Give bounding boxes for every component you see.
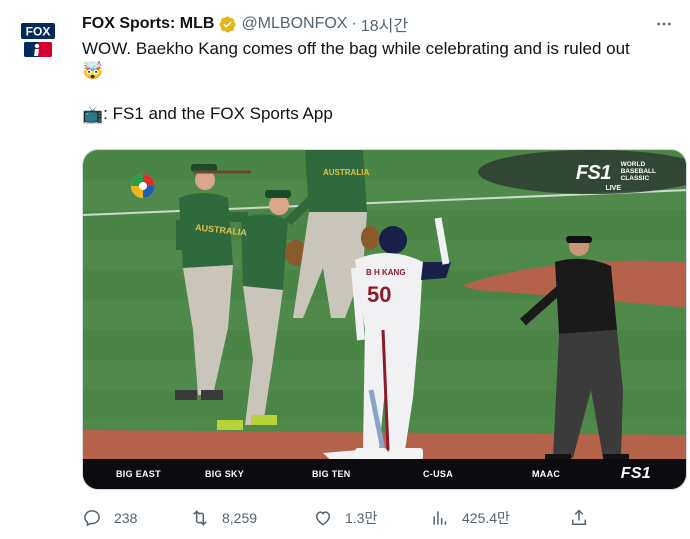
ticker-item: BIG SKY: [205, 469, 245, 479]
verified-badge-icon[interactable]: [218, 15, 237, 34]
like-count: 1.3만: [345, 510, 378, 526]
ticker-item: C-USA: [423, 469, 453, 479]
reply-icon: [84, 510, 100, 527]
retweet-count: 8,259: [222, 510, 258, 526]
tweet-text-line: 📺: FS1 and the FOX Sports App: [82, 103, 678, 126]
heart-icon: [315, 511, 331, 526]
timestamp[interactable]: 18시간: [361, 12, 408, 36]
views-count: 425.4만: [462, 510, 510, 526]
avatar[interactable]: FOX: [18, 20, 58, 60]
ticker-bar: BIG EAST BIG SKY BIG TEN C-USA MAAC FS1: [83, 459, 686, 489]
fox-mlb-logo: FOX: [18, 20, 58, 60]
jersey-name: B H KANG: [366, 268, 406, 277]
mind-blown-emoji: 🤯: [82, 61, 104, 80]
tweet-header: FOX Sports: MLB @MLBONFOX · 18시간: [82, 12, 676, 36]
share-icon: [572, 509, 586, 525]
retweet-button[interactable]: 8,259: [190, 505, 257, 531]
ticker-item: MAAC: [532, 469, 561, 479]
video-media[interactable]: AUSTRALIA AUSTRALIA B H KANG 50 FS1 WORL…: [82, 149, 687, 490]
action-bar: 238 8,259 1.3만 425.4만: [82, 505, 592, 531]
reply-count: 238: [114, 510, 138, 526]
author-handle[interactable]: @MLBONFOX: [241, 15, 347, 33]
views-button[interactable]: 425.4만: [430, 505, 510, 531]
wbc-logo-icon: [131, 174, 155, 198]
ticker-fs1-logo: FS1: [620, 465, 651, 482]
like-button[interactable]: 1.3만: [313, 505, 377, 531]
live-indicator: LIVE: [605, 185, 621, 192]
tv-emoji: 📺: [82, 104, 104, 124]
svg-text:FOX: FOX: [26, 25, 51, 39]
wbc-word: BASEBALL: [620, 168, 656, 175]
baseball-scene: [83, 150, 686, 489]
fs1-broadcast-logo: FS1: [575, 162, 612, 184]
jersey-text-australia: AUSTRALIA: [323, 168, 370, 177]
wbc-word: CLASSIC: [620, 175, 650, 182]
jersey-number: 50: [367, 282, 392, 307]
author-name[interactable]: FOX Sports: MLB: [82, 15, 214, 33]
reply-button[interactable]: 238: [82, 505, 137, 531]
tweet-text: WOW. Baekho Kang comes off the bag while…: [82, 38, 678, 126]
wbc-wordmark: WORLD BASEBALL CLASSIC: [621, 161, 656, 182]
wbc-word: WORLD: [620, 161, 646, 168]
tweet-text-fs1: : FS1 and the FOX Sports App: [103, 104, 333, 123]
tweet-text-line: WOW. Baekho Kang comes off the bag while…: [82, 39, 630, 58]
separator-dot: ·: [351, 15, 357, 32]
ticker-item: BIG TEN: [312, 469, 351, 479]
views-chart-icon: [433, 511, 447, 525]
share-button[interactable]: [569, 505, 601, 531]
more-options-icon[interactable]: [652, 12, 676, 36]
tweet[interactable]: FOX FOX Sports: MLB @MLBONFOX · 18시간 WOW…: [0, 0, 690, 539]
retweet-icon: [193, 510, 207, 526]
ticker-item: BIG EAST: [116, 469, 161, 479]
